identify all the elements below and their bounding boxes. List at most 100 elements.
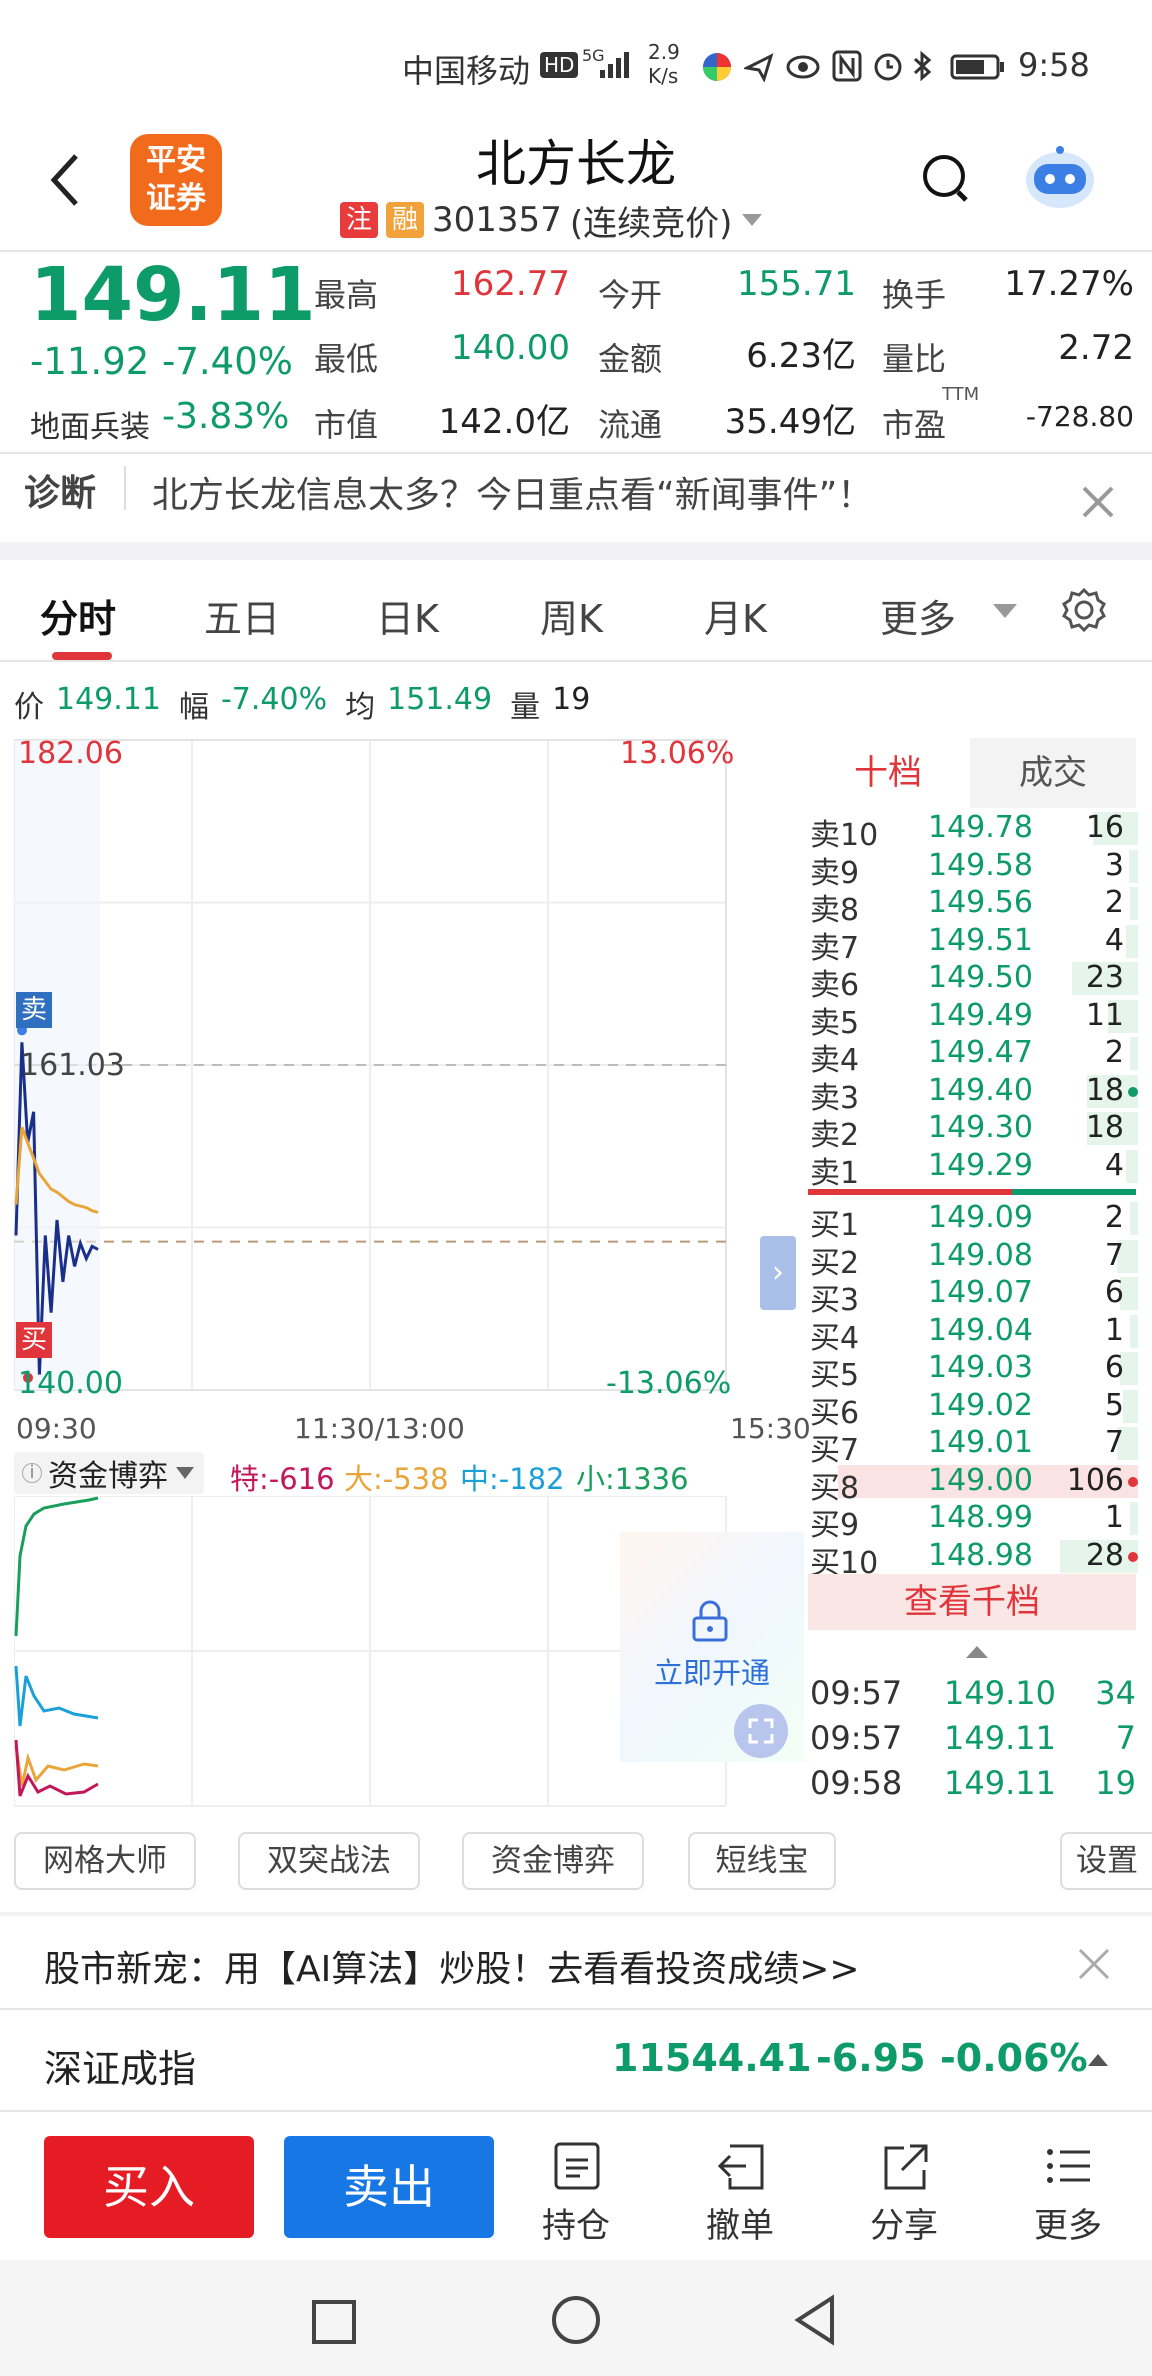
sell-marker[interactable]: 卖 <box>16 992 52 1028</box>
ask-level-row[interactable]: 卖10 149.78 16 <box>808 810 1138 853</box>
level-volume: 4 <box>1104 922 1124 958</box>
y-mid-label: 161.03 <box>20 1048 125 1083</box>
bid-level-row[interactable]: 买1 149.09 2 <box>808 1200 1138 1243</box>
trade-mode: (连续竞价) <box>569 203 733 244</box>
bid-level-row[interactable]: 买10 148.98 28 <box>808 1537 1138 1581</box>
ask-level-row[interactable]: 卖8 149.56 2 <box>808 885 1138 928</box>
tab-ten-levels[interactable]: 十档 <box>806 738 970 808</box>
back-nav-icon[interactable] <box>792 2294 840 2346</box>
bluetooth-icon <box>913 50 932 82</box>
pe-value: -728.80 <box>1025 400 1134 433</box>
bid-level-row[interactable]: 买3 149.07 6 <box>808 1275 1138 1318</box>
intraday-chart[interactable]: 182.06 13.06% 161.03 140.00 -13.06% 卖 买 … <box>14 736 804 1406</box>
volume-bar <box>1130 1037 1138 1070</box>
level-volume: 16 <box>1085 810 1124 845</box>
level-price: 149.78 <box>928 810 1033 845</box>
view-thousand-levels-button[interactable]: 查看千档 <box>808 1574 1136 1630</box>
trade-price: 149.11 <box>944 1764 1056 1802</box>
level-price: 149.07 <box>928 1275 1033 1310</box>
more-dropdown-icon[interactable] <box>990 600 1020 624</box>
ask-level-row[interactable]: 卖3 149.40 18 <box>808 1073 1138 1116</box>
level-price: 149.03 <box>928 1350 1033 1385</box>
pct-min-label: -13.06% <box>606 1366 732 1401</box>
volume-bar <box>1130 1314 1138 1348</box>
ask-level-row[interactable]: 卖7 149.51 4 <box>808 922 1138 966</box>
level-volume: 2 <box>1104 885 1124 920</box>
bid-level-row[interactable]: 买2 149.08 7 <box>808 1238 1138 1281</box>
stock-subtitle[interactable]: 注 融 301357 (连续竞价) <box>340 200 764 244</box>
unlock-button[interactable]: 立即开通 <box>654 1650 770 1692</box>
index-change-percent: -0.06% <box>940 2036 1088 2080</box>
promo-banner[interactable]: 股市新宠：用【AI算法】炒股！去看看投资成绩>> <box>0 1916 1152 2008</box>
tab-trades[interactable]: 成交 <box>970 738 1136 808</box>
grid-master-button[interactable]: 网格大师 <box>14 1832 196 1890</box>
trade-row: 09:57 149.11 7 <box>810 1719 1136 1763</box>
turnover-value: 17.27% <box>1004 264 1134 304</box>
bid-level-row[interactable]: 买7 149.01 7 <box>808 1425 1138 1468</box>
tab-weekly-k[interactable]: 周K <box>540 588 603 643</box>
buy-marker[interactable]: 买 <box>16 1322 52 1358</box>
promo-close-icon[interactable] <box>1074 1944 1114 1984</box>
expand-up-icon[interactable] <box>1086 2050 1110 2068</box>
sell-button[interactable]: 卖出 <box>284 2136 494 2238</box>
home-icon[interactable] <box>550 2294 602 2346</box>
close-icon[interactable] <box>1078 482 1118 522</box>
capital-game-selector[interactable]: i 资金博弈 <box>14 1452 204 1494</box>
buy-button[interactable]: 买入 <box>44 2136 254 2238</box>
ask-level-row[interactable]: 卖9 149.58 3 <box>808 848 1138 891</box>
level-marker-dot <box>1128 1551 1138 1562</box>
bid-level-row[interactable]: 买8 149.00 106 <box>808 1463 1138 1506</box>
index-value: 11544.41 <box>612 2036 812 2080</box>
recent-apps-icon[interactable] <box>310 2298 358 2346</box>
ask-level-row[interactable]: 卖4 149.47 2 <box>808 1035 1138 1078</box>
ask-level-row[interactable]: 卖1 149.29 4 <box>808 1148 1138 1191</box>
volume-bar <box>1126 924 1138 958</box>
sector-name[interactable]: 地面兵装 <box>30 402 150 446</box>
bid-level-row[interactable]: 买5 149.03 6 <box>808 1350 1138 1393</box>
bid-level-row[interactable]: 买4 149.04 1 <box>808 1312 1138 1356</box>
tab-daily-k[interactable]: 日K <box>376 588 439 643</box>
tab-intraday[interactable]: 分时 <box>40 588 116 643</box>
expand-panel-button[interactable]: › <box>760 1236 796 1310</box>
level-volume: 1 <box>1104 1312 1124 1348</box>
cancel-order-button[interactable]: 撤单 <box>680 2136 800 2246</box>
fullscreen-button[interactable] <box>734 1704 788 1758</box>
clock-time: 9:58 <box>1018 46 1090 84</box>
float-cap-label: 流通 <box>598 406 663 444</box>
level-price: 149.56 <box>928 885 1033 920</box>
robot-assistant-icon[interactable] <box>1020 142 1100 212</box>
level-volume: 11 <box>1085 997 1124 1033</box>
bid-level-row[interactable]: 买6 149.02 5 <box>808 1388 1138 1431</box>
chart-tabs: 分时 五日 日K 周K 月K 更多 <box>0 560 1152 660</box>
position-button[interactable]: 持仓 <box>516 2136 636 2246</box>
level-label: 卖1 <box>810 1155 860 1191</box>
tab-five-day[interactable]: 五日 <box>204 588 280 643</box>
ticker-divider <box>0 2110 1152 2112</box>
level-volume: 28 <box>1085 1537 1124 1573</box>
medium-flow: 中:-182 <box>460 1462 565 1496</box>
capital-game-button[interactable]: 资金博弈 <box>462 1832 644 1890</box>
collapse-up-icon[interactable] <box>964 1644 990 1660</box>
tools-settings-button[interactable]: 设置 <box>1060 1832 1152 1890</box>
more-actions-button[interactable]: 更多 <box>1008 2136 1128 2246</box>
tab-more[interactable]: 更多 <box>880 588 956 643</box>
amount-label: 金额 <box>598 340 663 378</box>
bid-level-row[interactable]: 买9 148.99 1 <box>808 1500 1138 1543</box>
share-icon <box>884 2144 928 2190</box>
volume-bar <box>1130 887 1138 920</box>
ask-level-row[interactable]: 卖5 149.49 11 <box>808 997 1138 1041</box>
share-button[interactable]: 分享 <box>844 2136 964 2246</box>
cancel-order-label: 撤单 <box>706 2206 774 2246</box>
double-break-button[interactable]: 双突战法 <box>238 1832 420 1890</box>
ask-level-row[interactable]: 卖2 149.30 18 <box>808 1110 1138 1153</box>
search-icon[interactable] <box>918 150 972 210</box>
info-price-label: 价 <box>14 690 44 725</box>
index-ticker[interactable]: 深证成指 11544.41 -6.95 -0.06% <box>0 2010 1152 2110</box>
short-term-button[interactable]: 短线宝 <box>688 1832 836 1890</box>
diagnosis-separator <box>124 466 126 510</box>
ask-level-row[interactable]: 卖6 149.50 23 <box>808 960 1138 1003</box>
diagnosis-banner[interactable]: 诊断 北方长龙信息太多？今日重点看“新闻事件”！ <box>0 454 1152 542</box>
gear-icon[interactable] <box>1060 586 1108 634</box>
tab-monthly-k[interactable]: 月K <box>704 588 767 643</box>
level-price: 149.01 <box>928 1425 1033 1460</box>
